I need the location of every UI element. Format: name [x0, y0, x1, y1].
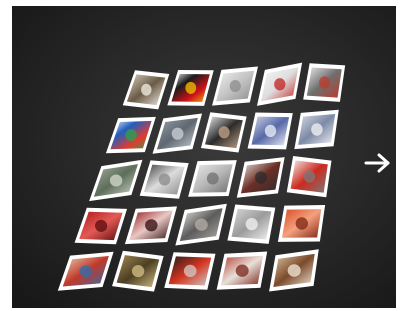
thumbnail-colored-spheres[interactable] [105, 116, 156, 154]
thumbnail-accent [274, 78, 286, 91]
thumbnail-spheres-grid[interactable] [227, 204, 276, 244]
thumbnail-accent [183, 264, 197, 277]
arrow-right-icon [364, 153, 390, 173]
thumbnail-accent [145, 219, 158, 232]
thumbnail-accent [158, 173, 171, 186]
thumbnail-hands-and-grid[interactable] [122, 70, 170, 110]
thumbnail-accent [319, 76, 330, 89]
next-button[interactable] [361, 150, 395, 176]
thumbnail-wire-mesh[interactable] [294, 109, 339, 150]
gallery-stage [12, 6, 396, 308]
thumbnail-accent [218, 126, 230, 139]
thumbnail-accent [109, 174, 123, 187]
thumbnail-accent [206, 172, 219, 185]
thumbnail-accent [95, 219, 108, 232]
thumbnail-running-track-1[interactable] [216, 251, 268, 290]
thumbnail-golden-objects[interactable] [112, 250, 164, 292]
page-edge [396, 0, 401, 311]
thumbnail-german-flag[interactable] [167, 70, 214, 106]
thumbnail-red-chart[interactable] [74, 207, 128, 245]
thumbnail-red-ball-white[interactable] [256, 62, 303, 106]
thumbnail-accent [195, 218, 208, 231]
thumbnail-colorful-books[interactable] [57, 251, 114, 291]
thumbnail-accent [185, 81, 197, 94]
thumbnail-red-pencil-news[interactable] [286, 155, 332, 198]
thumbnail-keyboard-blue[interactable] [247, 112, 293, 150]
thumbnail-suit-with-balls[interactable] [164, 252, 216, 290]
thumbnail-perspective-lines[interactable] [188, 160, 237, 197]
thumbnail-handshake[interactable] [212, 66, 259, 106]
thumbnail-runners-start[interactable] [236, 157, 285, 198]
thumbnail-money-notes[interactable] [89, 159, 143, 202]
thumbnail-accent [295, 217, 308, 230]
thumbnail-newspaper[interactable] [175, 203, 227, 246]
thumbnail-arrows-dark[interactable] [139, 160, 189, 199]
thumbnail-balls-cluster[interactable] [303, 63, 346, 102]
thumbnail-orange-arrow[interactable] [277, 204, 326, 242]
thumbnail-woman-portrait[interactable] [269, 249, 319, 292]
thumbnail-accent [287, 264, 301, 277]
thumbnail-accent [303, 170, 316, 183]
thumbnail-accent [125, 129, 137, 142]
thumbnail-accent [171, 127, 184, 140]
thumbnail-wall [57, 62, 346, 292]
thumbnail-accent [235, 264, 249, 277]
thumbnail-accent [264, 124, 277, 138]
thumbnail-accent [229, 80, 241, 93]
thumbnail-street-scene[interactable] [152, 113, 203, 154]
thumbnail-accent [254, 171, 268, 184]
thumbnail-accent [245, 217, 258, 231]
thumbnail-accent [141, 83, 152, 96]
thumbnail-accent [79, 265, 93, 278]
thumbnail-tickets[interactable] [124, 206, 178, 245]
thumbnail-accent [131, 265, 145, 278]
thumbnail-accent [311, 123, 323, 136]
thumbnail-businessman[interactable] [200, 112, 247, 153]
